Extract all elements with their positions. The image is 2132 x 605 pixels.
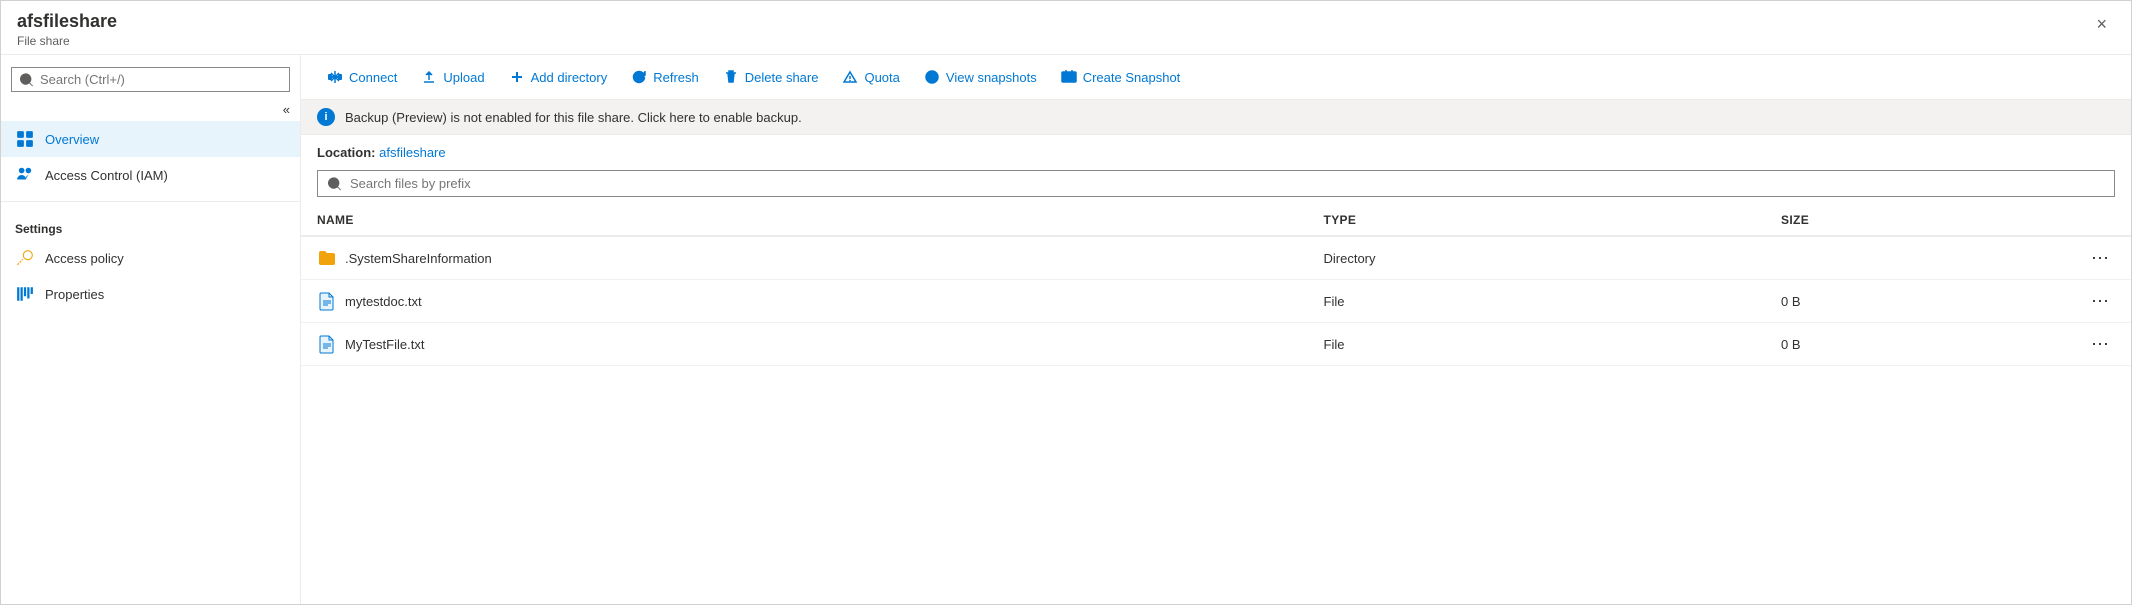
upload-icon [421, 69, 437, 85]
delete-share-button[interactable]: Delete share [713, 63, 829, 91]
row3-name[interactable]: MyTestFile.txt [345, 337, 424, 352]
file-name-cell: mytestdoc.txt [301, 280, 1308, 323]
table-row: MyTestFile.txt File 0 B ⋯ [301, 323, 2131, 366]
settings-divider [1, 201, 300, 202]
refresh-button[interactable]: Refresh [621, 63, 709, 91]
quota-label: Quota [864, 70, 899, 85]
row2-actions: ⋯ [2040, 280, 2132, 323]
info-text: Backup (Preview) is not enabled for this… [345, 110, 802, 125]
table-row: .SystemShareInformation Directory ⋯ [301, 236, 2131, 280]
refresh-icon [631, 69, 647, 85]
main-area: « Overview [1, 55, 2131, 604]
file-table: NAME TYPE SIZE [301, 205, 2131, 366]
row1-actions: ⋯ [2040, 236, 2132, 280]
connect-icon [327, 69, 343, 85]
refresh-label: Refresh [653, 70, 699, 85]
row1-name[interactable]: .SystemShareInformation [345, 251, 492, 266]
file-search-icon [328, 177, 342, 191]
delete-icon [723, 69, 739, 85]
iam-icon [15, 165, 35, 185]
quota-icon [842, 69, 858, 85]
row2-size: 0 B [1765, 280, 2040, 323]
file-name-cell: .SystemShareInformation [301, 236, 1308, 280]
location-link[interactable]: afsfileshare [379, 145, 445, 160]
view-snapshots-icon [924, 69, 940, 85]
window: afsfileshare File share × « [0, 0, 2132, 605]
properties-icon [15, 284, 35, 304]
row3-actions: ⋯ [2040, 323, 2132, 366]
sidebar-item-access-policy-label: Access policy [45, 251, 124, 266]
delete-share-label: Delete share [745, 70, 819, 85]
file-search-box [317, 170, 2115, 197]
sidebar-item-iam[interactable]: Access Control (IAM) [1, 157, 300, 193]
upload-button[interactable]: Upload [411, 63, 494, 91]
folder-icon [317, 248, 337, 268]
add-directory-button[interactable]: Add directory [499, 63, 618, 91]
key-icon [15, 248, 35, 268]
col-header-name: NAME [301, 205, 1308, 236]
quota-button[interactable]: Quota [832, 63, 909, 91]
sidebar-item-overview-label: Overview [45, 132, 99, 147]
view-snapshots-button[interactable]: View snapshots [914, 63, 1047, 91]
sidebar: « Overview [1, 55, 301, 604]
create-snapshot-label: Create Snapshot [1083, 70, 1181, 85]
sidebar-item-properties-label: Properties [45, 287, 104, 302]
connect-button[interactable]: Connect [317, 63, 407, 91]
collapse-icon[interactable]: « [283, 102, 290, 117]
upload-label: Upload [443, 70, 484, 85]
connect-label: Connect [349, 70, 397, 85]
close-button[interactable]: × [2088, 11, 2115, 37]
file-name-cell: MyTestFile.txt [301, 323, 1308, 366]
col-header-actions [2040, 205, 2132, 236]
window-title: afsfileshare [17, 11, 117, 32]
sidebar-item-iam-label: Access Control (IAM) [45, 168, 168, 183]
title-info: afsfileshare File share [17, 11, 117, 48]
location-row: Location: afsfileshare [301, 135, 2131, 170]
toolbar: Connect Upload Add directory [301, 55, 2131, 100]
title-bar: afsfileshare File share × [1, 1, 2131, 55]
window-subtitle: File share [17, 34, 117, 48]
row1-more-button[interactable]: ⋯ [2085, 247, 2115, 269]
file-txt-icon [317, 291, 337, 311]
info-bar[interactable]: i Backup (Preview) is not enabled for th… [301, 100, 2131, 135]
table-row: mytestdoc.txt File 0 B ⋯ [301, 280, 2131, 323]
location-label: Location: [317, 145, 376, 160]
create-snapshot-button[interactable]: Create Snapshot [1051, 63, 1191, 91]
overview-icon [15, 129, 35, 149]
row3-more-button[interactable]: ⋯ [2085, 333, 2115, 355]
row1-type: Directory [1308, 236, 1766, 280]
settings-section-label: Settings [1, 210, 300, 240]
col-header-size: SIZE [1765, 205, 2040, 236]
row3-type: File [1308, 323, 1766, 366]
col-header-type: TYPE [1308, 205, 1766, 236]
sidebar-search-icon [20, 73, 34, 87]
row1-size [1765, 236, 2040, 280]
add-directory-icon [509, 69, 525, 85]
row2-more-button[interactable]: ⋯ [2085, 290, 2115, 312]
row2-type: File [1308, 280, 1766, 323]
view-snapshots-label: View snapshots [946, 70, 1037, 85]
content-area: Connect Upload Add directory [301, 55, 2131, 604]
sidebar-item-access-policy[interactable]: Access policy [1, 240, 300, 276]
sidebar-item-properties[interactable]: Properties [1, 276, 300, 312]
file-search-input[interactable] [350, 176, 2104, 191]
file-txt-icon-2 [317, 334, 337, 354]
create-snapshot-icon [1061, 69, 1077, 85]
sidebar-search-input[interactable] [40, 72, 281, 87]
row2-name[interactable]: mytestdoc.txt [345, 294, 422, 309]
file-table-container: NAME TYPE SIZE [301, 205, 2131, 604]
add-directory-label: Add directory [531, 70, 608, 85]
row3-size: 0 B [1765, 323, 2040, 366]
sidebar-item-overview[interactable]: Overview [1, 121, 300, 157]
info-icon: i [317, 108, 335, 126]
